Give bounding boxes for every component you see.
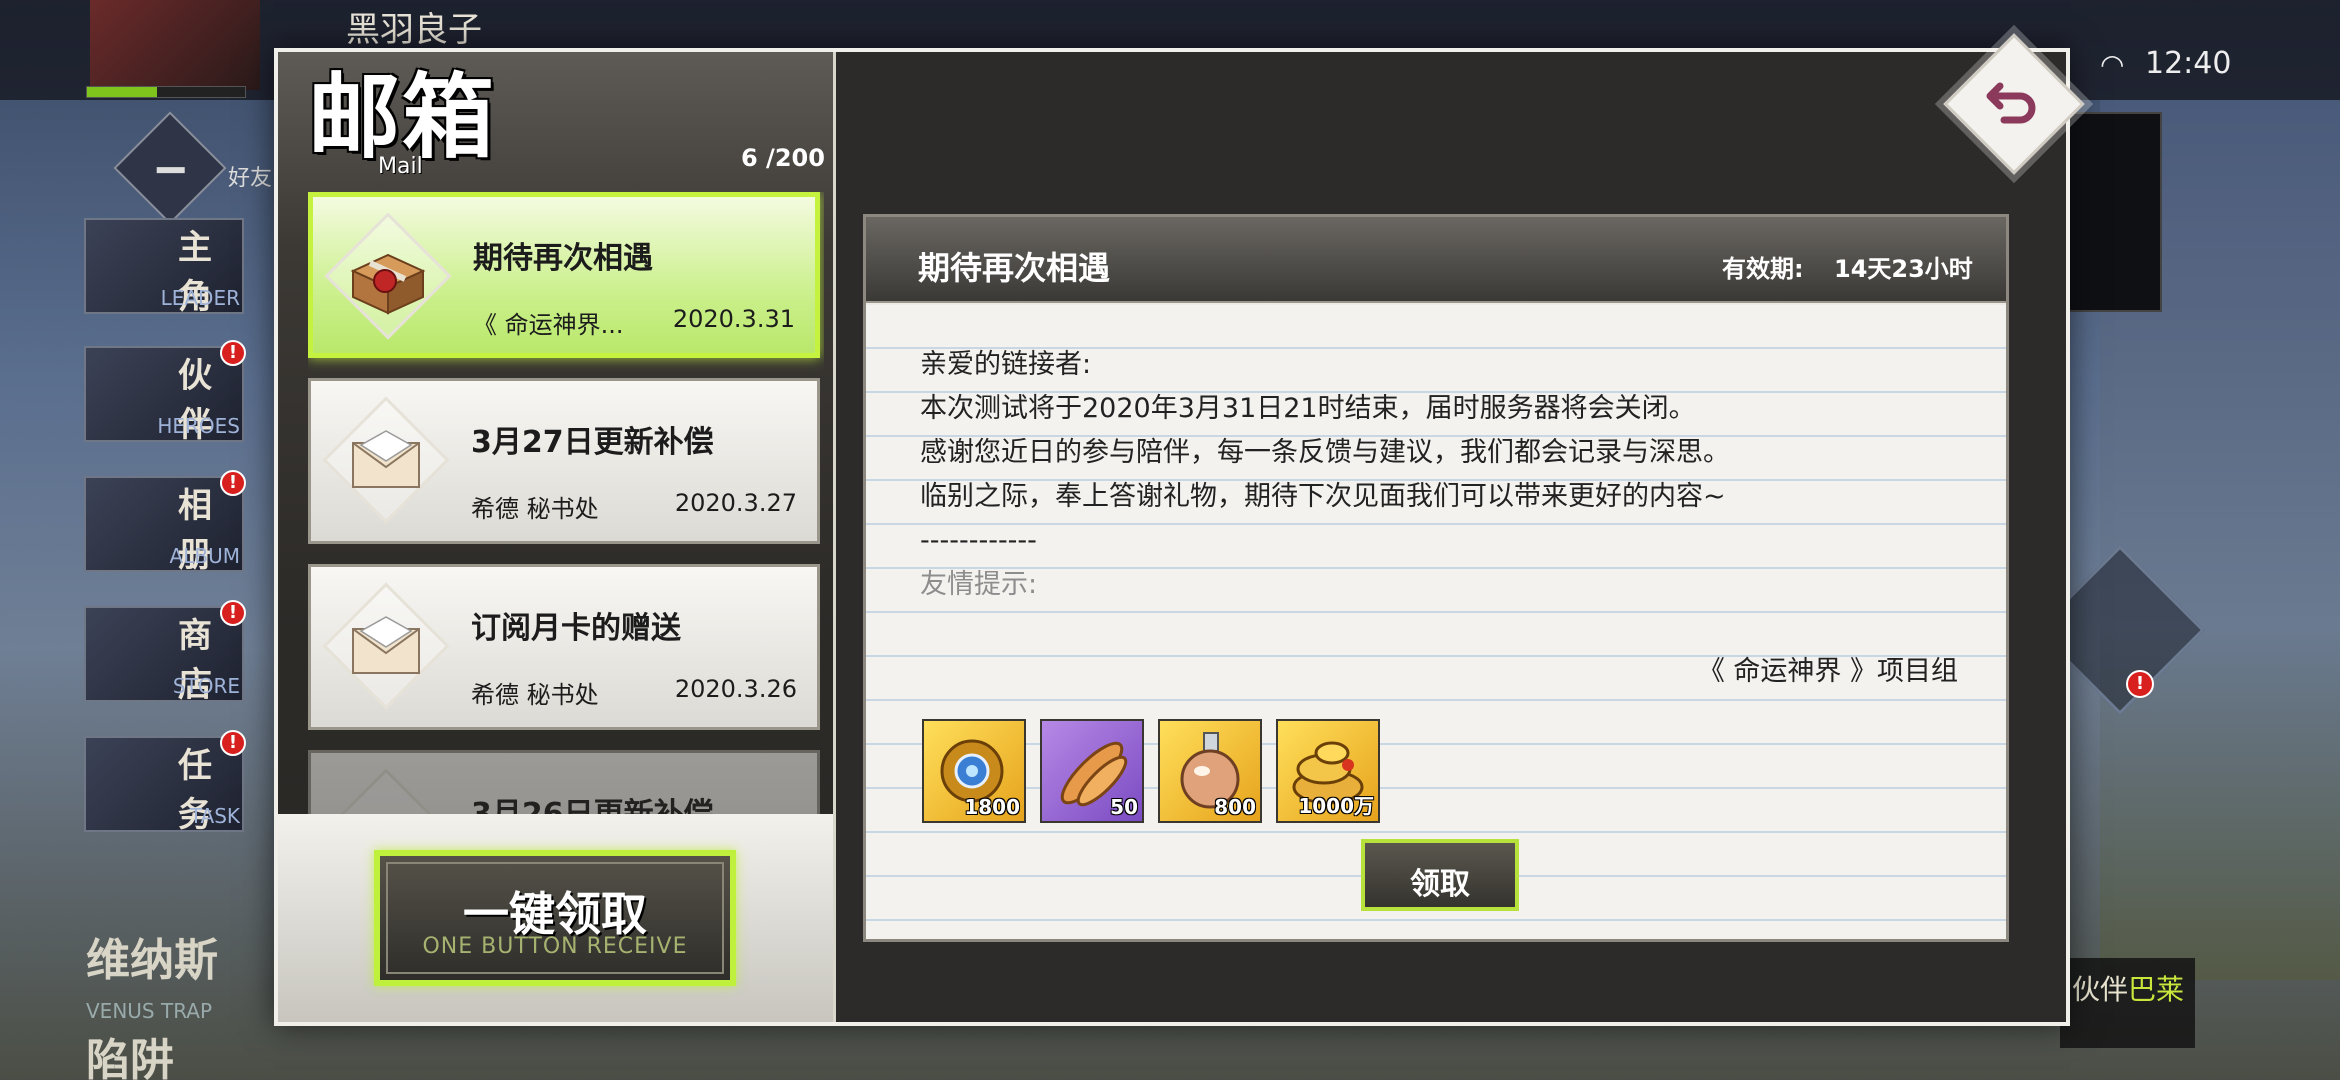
alert-badge: ! bbox=[220, 470, 246, 496]
reward-quantity: 50 bbox=[1110, 795, 1138, 819]
mail-list[interactable]: 期待再次相遇 《 命运神界... 2020.3.31 3月27日更新补偿 希德 … bbox=[308, 192, 824, 864]
menu-heroes[interactable]: 伙伴 HEROES ! bbox=[84, 340, 246, 445]
mail-date: 2020.3.26 bbox=[674, 675, 797, 703]
alert-badge: ! bbox=[2126, 670, 2154, 698]
reward-quantity: 800 bbox=[1214, 795, 1256, 819]
alert-badge: ! bbox=[220, 730, 246, 756]
companion-name: 巴莱 bbox=[2128, 973, 2185, 1006]
reward-quantity: 1800 bbox=[964, 795, 1020, 819]
claim-all-button[interactable]: 一键领取 ONE BUTTON RECEIVE bbox=[374, 850, 736, 986]
mail-body-line: 亲爱的链接者: bbox=[920, 349, 1092, 380]
envelope-icon bbox=[322, 396, 450, 524]
claim-button[interactable]: 领取 bbox=[1361, 839, 1519, 911]
mail-sender: 《 命运神界... bbox=[473, 311, 624, 339]
mail-detail-title: 期待再次相遇 bbox=[918, 249, 1111, 287]
mail-body-line: ------------ bbox=[920, 525, 1037, 556]
validity-label: 有效期: bbox=[1722, 255, 1804, 283]
player-avatar[interactable] bbox=[90, 0, 260, 90]
envelope-icon bbox=[322, 582, 450, 710]
menu-store[interactable]: 商店 STORE ! bbox=[84, 600, 246, 705]
reward-item[interactable]: 50 bbox=[1040, 719, 1144, 823]
player-name: 黑羽良子 bbox=[346, 10, 482, 50]
mail-sender: 希德 秘书处 bbox=[471, 495, 599, 523]
mail-sender: 希德 秘书处 bbox=[471, 681, 599, 709]
mail-title: 期待再次相遇 bbox=[473, 241, 653, 276]
reward-quantity: 1000万 bbox=[1298, 794, 1374, 818]
menu-leader-en: LEADER bbox=[160, 286, 240, 310]
gift-box-icon bbox=[324, 212, 452, 340]
mail-date: 2020.3.31 bbox=[672, 305, 795, 333]
reward-item[interactable]: 800 bbox=[1158, 719, 1262, 823]
mail-body-text: 亲爱的链接者: 本次测试将于2020年3月31日21时结束，届时服务器将会关闭。… bbox=[920, 343, 1960, 607]
mail-title: 3月27日更新补偿 bbox=[471, 425, 714, 460]
menu-leader[interactable]: 主角 LEADER bbox=[84, 218, 244, 317]
event-title-line1: 维纳斯 bbox=[86, 935, 218, 986]
reward-item[interactable]: 1800 bbox=[922, 719, 1026, 823]
mail-body-line: 感谢您近日的参与陪伴，每一条反馈与建议，我们都会记录与深思。 bbox=[920, 437, 1730, 468]
mail-signature: 《 命运神界 》项目组 bbox=[1697, 656, 1958, 687]
mail-body-line: 临别之际，奉上答谢礼物，期待下次见面我们可以带来更好的内容~ bbox=[920, 481, 1726, 512]
mail-title: 订阅月卡的赠送 bbox=[471, 611, 681, 646]
alert-badge: ! bbox=[220, 340, 246, 366]
alert-badge: ! bbox=[220, 600, 246, 626]
mail-body-line: 友情提示: bbox=[920, 569, 1038, 600]
background-event-banner[interactable]: 维纳斯 VENUS TRAP 陷阱 bbox=[86, 936, 218, 1080]
menu-task[interactable]: 任务 TASK ! bbox=[84, 730, 246, 835]
mailbox-title-en: Mail bbox=[378, 154, 423, 179]
mail-body-line: 本次测试将于2020年3月31日21时结束，届时服务器将会关闭。 bbox=[920, 393, 1696, 424]
exp-fill bbox=[87, 87, 157, 97]
wifi-icon: ◠ bbox=[2100, 48, 2125, 81]
menu-album[interactable]: 相册 ALBUM ! bbox=[84, 470, 246, 575]
menu-heroes-en: HEROES bbox=[157, 414, 240, 438]
companion-tag[interactable]: 伙伴巴莱 bbox=[2060, 958, 2195, 1048]
reward-item[interactable]: 1000万 bbox=[1276, 719, 1380, 823]
collapse-menu-button[interactable] bbox=[113, 111, 227, 225]
mail-item[interactable]: 期待再次相遇 《 命运神界... 2020.3.31 bbox=[308, 192, 820, 358]
mail-detail-panel: 期待再次相遇 有效期: 14天23小时 亲爱的链接者: 本次测试将于2020年3… bbox=[863, 214, 2009, 942]
mail-date: 2020.3.27 bbox=[674, 489, 797, 517]
return-arrow-icon bbox=[1986, 82, 2036, 124]
claim-all-label-en: ONE BUTTON RECEIVE bbox=[422, 934, 688, 959]
status-time: 12:40 bbox=[2145, 46, 2232, 81]
mail-count: 6 /200 bbox=[741, 144, 825, 172]
mail-dialog: 邮箱 Mail 6 /200 期待再次相遇 《 命运神界... 2020.3.3… bbox=[274, 33, 2085, 1026]
mail-detail-header: 期待再次相遇 有效期: 14天23小时 bbox=[866, 217, 2006, 303]
event-title-line2: 陷阱 bbox=[86, 1035, 174, 1080]
mail-body[interactable]: 亲爱的链接者: 本次测试将于2020年3月31日21时结束，届时服务器将会关闭。… bbox=[866, 305, 2006, 939]
player-exp-bar bbox=[86, 86, 246, 98]
mail-item[interactable]: 订阅月卡的赠送 希德 秘书处 2020.3.26 bbox=[308, 564, 820, 730]
menu-store-en: STORE bbox=[172, 674, 240, 698]
claim-button-label: 领取 bbox=[1410, 867, 1470, 902]
validity-value: 14天23小时 bbox=[1834, 255, 1973, 283]
companion-tag-prefix: 伙伴 bbox=[2072, 973, 2129, 1006]
mail-item[interactable]: 3月27日更新补偿 希德 秘书处 2020.3.27 bbox=[308, 378, 820, 544]
event-title-en: VENUS TRAP bbox=[86, 999, 213, 1023]
menu-album-en: ALBUM bbox=[169, 544, 240, 568]
menu-task-en: TASK bbox=[189, 804, 240, 828]
back-button[interactable] bbox=[1940, 30, 2088, 178]
mail-list-panel: 邮箱 Mail 6 /200 期待再次相遇 《 命运神界... 2020.3.3… bbox=[278, 52, 836, 1022]
friend-label[interactable]: 好友 bbox=[228, 160, 272, 192]
